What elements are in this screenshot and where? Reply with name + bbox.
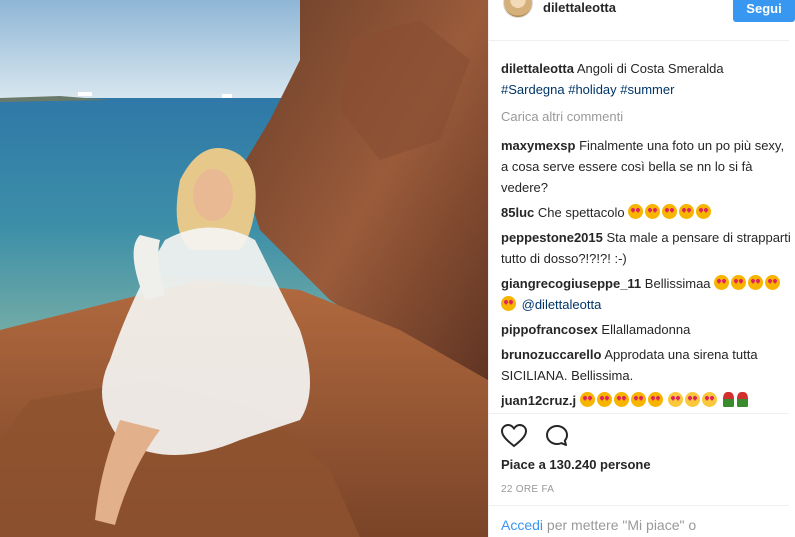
comment-text: Bellissimaa	[644, 276, 711, 291]
avatar[interactable]	[503, 0, 533, 18]
comment-username[interactable]: juan12cruz.j	[501, 393, 576, 408]
comment-item: juan12cruz.j	[501, 390, 791, 410]
comment-username[interactable]: maxymexsp	[501, 138, 575, 153]
comment-text: Che spettacolo	[537, 205, 625, 220]
caption-text: Angoli di Costa Smeralda	[576, 61, 724, 76]
comments-list: dilettaleotta Angoli di Costa Smeralda #…	[501, 58, 791, 410]
rose-emoji-icon	[723, 392, 751, 408]
post-sidebar: dilettaleotta Segui dilettaleotta Angoli…	[488, 0, 795, 537]
comment-item: giangrecogiuseppe_11 Bellissimaa @dilett…	[501, 273, 791, 315]
divider	[489, 40, 789, 41]
load-more-comments[interactable]: Carica altri commenti	[501, 106, 791, 127]
comment-username[interactable]: brunozuccarello	[501, 347, 601, 362]
comment-item: brunozuccarello Approdata una sirena tut…	[501, 344, 791, 386]
comment-item: peppestone2015 Sta male a pensare di str…	[501, 227, 791, 269]
comment-mention[interactable]: @dilettaleotta	[522, 297, 602, 312]
speech-bubble-icon[interactable]	[545, 424, 569, 453]
comment-text: Ellallamadonna	[601, 322, 691, 337]
heart-outline-icon[interactable]	[500, 423, 528, 453]
post-header: dilettaleotta Segui	[489, 0, 795, 24]
caption: dilettaleotta Angoli di Costa Smeralda #…	[501, 58, 791, 100]
comment-username[interactable]: peppestone2015	[501, 230, 603, 245]
header-username[interactable]: dilettaleotta	[543, 0, 616, 15]
heart-eyes-emoji-icon	[628, 204, 713, 220]
comment-username[interactable]: 85luc	[501, 205, 534, 220]
login-link[interactable]: Accedi	[501, 517, 543, 533]
caption-username[interactable]: dilettaleotta	[501, 61, 574, 76]
divider	[489, 505, 789, 506]
comment-username[interactable]: giangrecogiuseppe_11	[501, 276, 641, 291]
comment-item: pippofrancosex Ellallamadonna	[501, 319, 791, 340]
comment-item: maxymexsp Finalmente una foto un po più …	[501, 135, 791, 198]
comment-username[interactable]: pippofrancosex	[501, 322, 598, 337]
login-prompt-text: per mettere "Mi piace" o	[546, 517, 697, 533]
post-timestamp: 22 ORE FA	[501, 484, 555, 495]
divider	[489, 413, 789, 414]
post-photo	[0, 0, 488, 537]
kiss-emoji-icon	[668, 392, 719, 408]
likes-count[interactable]: Piace a 130.240 persone	[501, 457, 651, 472]
heart-eyes-emoji-icon	[579, 392, 665, 408]
comment-item: 85luc Che spettacolo	[501, 202, 791, 223]
login-prompt: Accedi per mettere "Mi piace" o	[501, 517, 696, 533]
caption-hashtags[interactable]: #Sardegna #holiday #summer	[501, 82, 674, 97]
follow-button[interactable]: Segui	[733, 0, 795, 22]
post-actions	[500, 423, 583, 453]
